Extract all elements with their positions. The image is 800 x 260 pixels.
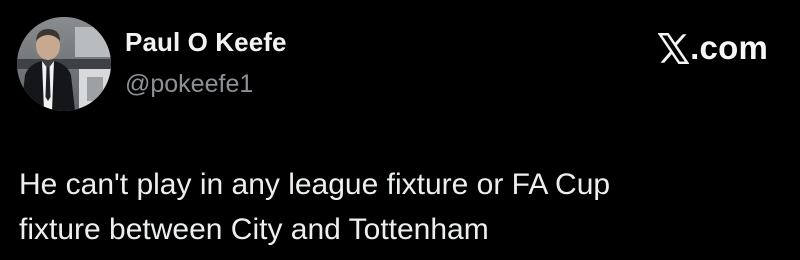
- source-domain: .com: [690, 29, 768, 66]
- avatar-photo: [17, 17, 111, 111]
- author-avatar[interactable]: [17, 17, 111, 111]
- author-handle[interactable]: @pokeefe1: [125, 70, 253, 99]
- post-text-line: He can't play in any league fixture or F…: [19, 168, 611, 201]
- post-card: Paul O Keefe @pokeefe1 .com He can't pla…: [0, 0, 800, 260]
- post-text-line: fixture between City and Tottenham: [19, 213, 489, 246]
- source-watermark: .com: [658, 26, 768, 70]
- x-logo-icon: [658, 32, 690, 64]
- author-display-name[interactable]: Paul O Keefe: [125, 27, 287, 58]
- post-text: He can't play in any league fixture or F…: [19, 162, 789, 252]
